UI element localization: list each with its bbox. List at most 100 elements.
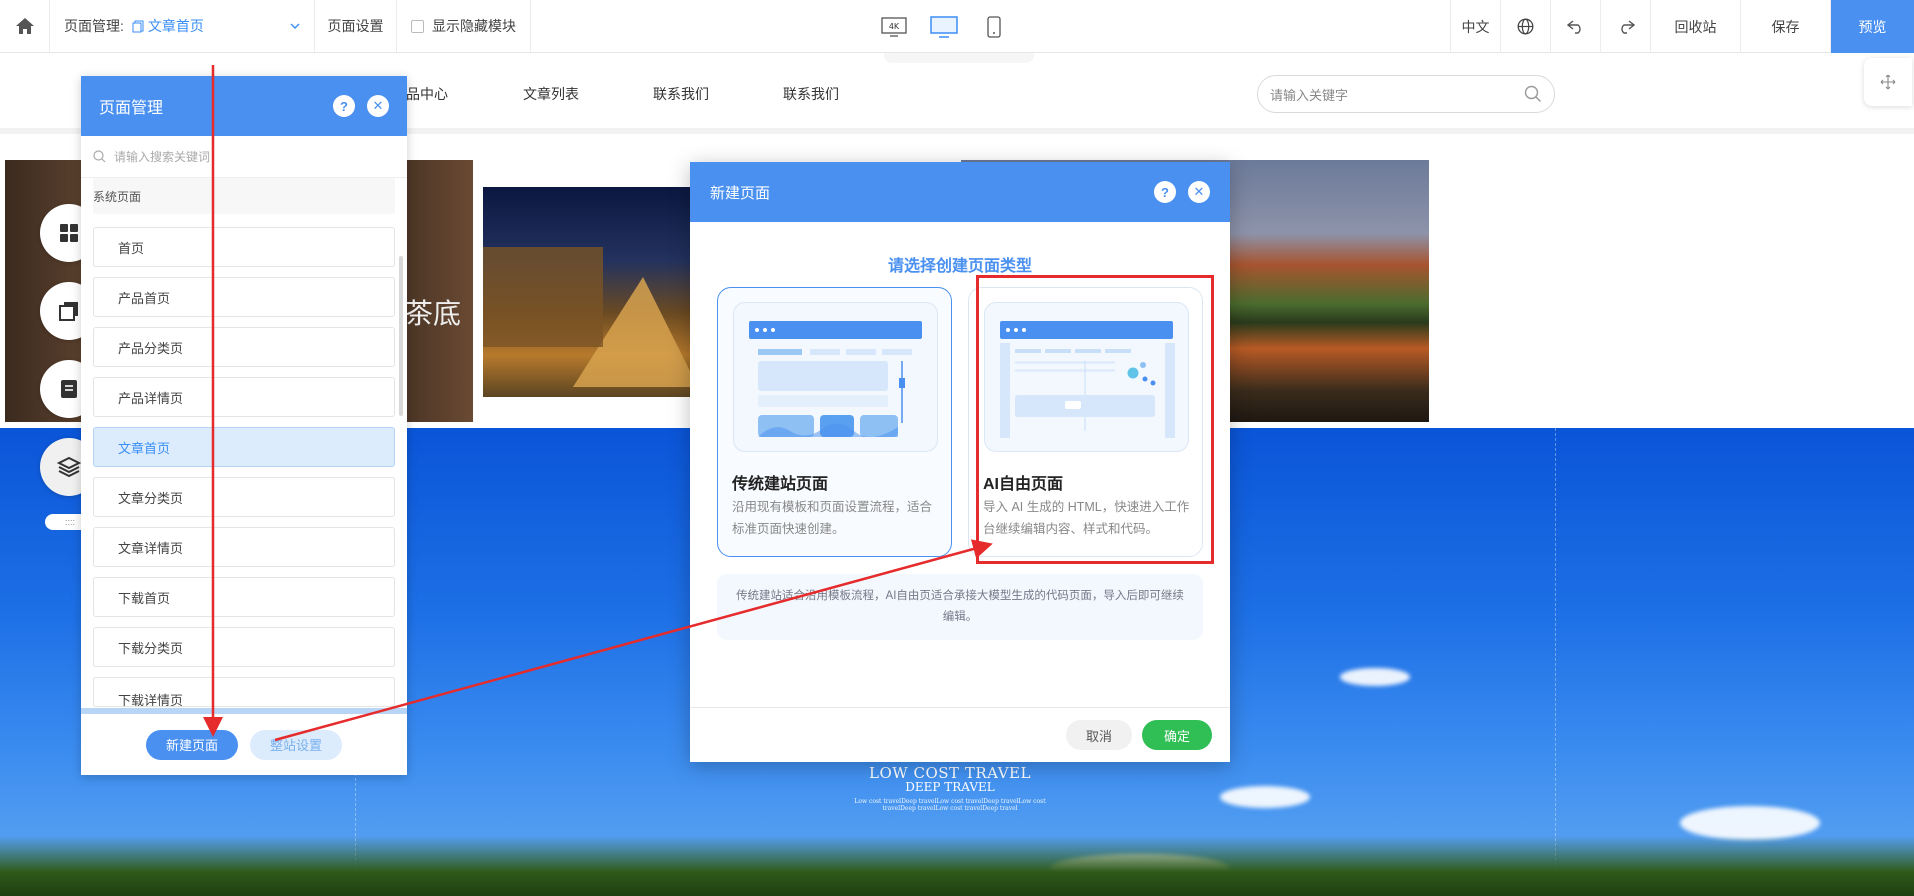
desktop-icon (930, 15, 958, 38)
language-button[interactable]: 中文 (1450, 0, 1500, 53)
guide-line (1555, 428, 1556, 896)
toolbar-right: 中文 回收站 保存 预览 (1450, 0, 1914, 53)
svg-text:4K: 4K (889, 22, 900, 31)
ai-layout-illustration (1000, 343, 1175, 438)
page-panel-title: 页面管理 (99, 100, 164, 117)
show-hidden-checkbox[interactable] (411, 19, 424, 33)
travel-line-3: Low cost travelDeep travelLow cost trave… (854, 798, 1046, 812)
home-icon (15, 18, 34, 34)
device-desktop-button[interactable] (930, 13, 958, 41)
copy-icon (59, 302, 78, 321)
travel-line-2: DEEP TRAVEL (905, 780, 995, 794)
cloud (1680, 806, 1820, 840)
page-list: 首页 产品首页 产品分类页 产品详情页 文章首页 文章分类页 文章详情页 下载首… (93, 227, 395, 717)
new-page-button[interactable]: 新建页面 (145, 729, 238, 760)
device-4k-button[interactable]: 4K (880, 13, 908, 41)
globe-icon (1517, 18, 1534, 35)
page-search-input[interactable]: 请输入搜索关键词 (81, 136, 407, 178)
photo-caption: 茶底 (405, 297, 462, 330)
dialog-prompt: 请选择创建页面类型 (887, 258, 1032, 275)
confirm-button[interactable]: 确定 (1141, 720, 1212, 750)
recycle-bin-button[interactable]: 回收站 (1650, 0, 1740, 53)
page-management-panel: 页面管理 ? ✕ 请输入搜索关键词 系统页面 首页 产品首页 产品分类页 产品详… (81, 76, 407, 775)
current-page-dropdown[interactable]: 文章首页 (132, 16, 300, 36)
close-icon[interactable]: ✕ (367, 95, 389, 117)
system-pages-section: 系统页面 (93, 178, 395, 214)
redo-button[interactable] (1600, 0, 1650, 53)
cancel-button[interactable]: 取消 (1065, 720, 1132, 750)
pyramid-illustration (483, 247, 698, 387)
chevron-down-icon (290, 23, 300, 29)
nav-item-products[interactable]: 品中心 (406, 84, 448, 104)
page-item-product-category[interactable]: 产品分类页 (93, 327, 395, 367)
page-doc-icon (132, 20, 144, 32)
traditional-page-title: 传统建站页面 (732, 476, 829, 493)
page-item-article-category[interactable]: 文章分类页 (93, 477, 395, 517)
site-search-placeholder: 请输入关键字 (1270, 87, 1349, 103)
home-button[interactable] (0, 0, 50, 52)
device-indicator-tab (884, 53, 1034, 63)
redo-icon (1620, 19, 1635, 34)
page-mgmt-label: 页面管理: (64, 18, 124, 34)
page-item-home[interactable]: 首页 (93, 227, 395, 267)
page-item-article-home[interactable]: 文章首页 (93, 427, 395, 467)
dialog-note: 传统建站适合沿用模板流程，AI自由页适合承接大模型生成的代码页面，导入后即可继续… (717, 574, 1203, 640)
page-list-scrollbar[interactable] (399, 256, 403, 416)
dialog-header: 新建页面 ? ✕ (690, 162, 1230, 222)
help-icon[interactable]: ? (1154, 181, 1176, 203)
ai-page-title: AI自由页面 (983, 476, 1064, 493)
editor-toolbar: 页面管理: 文章首页 页面设置 显示隐藏模块 4K 中文 回收站 保存 预览 (0, 0, 1914, 53)
ai-page-desc: 导入 AI 生成的 HTML，快速进入工作台继续编辑内容、样式和代码。 (983, 500, 1190, 536)
new-page-dialog: 新建页面 ? ✕ 请选择创建页面类型 传统建站页面 沿用现有模板和页面设置流程，… (690, 162, 1230, 762)
page-settings-button[interactable]: 页面设置 (315, 0, 397, 52)
nav-item-contact-2[interactable]: 联系我们 (783, 84, 839, 104)
mobile-icon (987, 15, 1001, 38)
current-page-value: 文章首页 (147, 18, 204, 34)
4k-icon: 4K (881, 16, 907, 37)
dialog-title: 新建页面 (710, 184, 771, 202)
close-icon[interactable]: ✕ (1188, 181, 1210, 203)
page-item-download-detail[interactable]: 下载详情页 (93, 677, 395, 707)
undo-icon (1566, 19, 1581, 34)
grid-icon (60, 224, 78, 242)
site-settings-button[interactable]: 整站设置 (250, 729, 343, 760)
layers-icon (57, 456, 81, 478)
globe-button[interactable] (1500, 0, 1550, 53)
traditional-page-card[interactable]: 传统建站页面 沿用现有模板和页面设置流程，适合标准页面快速创建。 (717, 287, 952, 557)
cloud (1340, 668, 1410, 686)
ai-free-page-card[interactable]: AI自由页面 导入 AI 生成的 HTML，快速进入工作台继续编辑内容、样式和代… (968, 287, 1203, 557)
site-search-input[interactable]: 请输入关键字 (1257, 75, 1555, 113)
ai-page-preview (984, 302, 1189, 452)
show-hidden-label: 显示隐藏模块 (432, 18, 516, 34)
undo-button[interactable] (1550, 0, 1600, 53)
dialog-footer: 取消 确定 (690, 707, 1230, 762)
page-item-download-category[interactable]: 下载分类页 (93, 627, 395, 667)
show-hidden-toggle[interactable]: 显示隐藏模块 (397, 0, 531, 52)
move-handle-button[interactable] (1864, 58, 1912, 106)
device-switcher: 4K (880, 0, 1008, 53)
preview-button[interactable]: 预览 (1830, 0, 1914, 53)
move-icon (1880, 74, 1896, 90)
traditional-page-preview (733, 302, 938, 452)
page-item-product-detail[interactable]: 产品详情页 (93, 377, 395, 417)
page-item-article-detail[interactable]: 文章详情页 (93, 527, 395, 567)
device-mobile-button[interactable] (980, 13, 1008, 41)
palm-trees (0, 836, 1914, 896)
nav-item-contact[interactable]: 联系我们 (653, 84, 709, 104)
search-icon (93, 150, 106, 163)
page-panel-header: 页面管理 ? ✕ (81, 76, 407, 136)
traditional-page-desc: 沿用现有模板和页面设置流程，适合标准页面快速创建。 (732, 500, 933, 536)
document-icon (61, 380, 77, 398)
page-search-placeholder: 请输入搜索关键词 (114, 150, 211, 164)
search-icon[interactable] (1524, 85, 1542, 103)
save-button[interactable]: 保存 (1740, 0, 1830, 53)
page-selector[interactable]: 页面管理: 文章首页 (50, 0, 315, 52)
traditional-layout-illustration (758, 349, 912, 438)
help-icon[interactable]: ? (333, 95, 355, 117)
travel-slogan: LOW COST TRAVEL DEEP TRAVEL Low cost tra… (850, 764, 1050, 812)
page-item-download-home[interactable]: 下载首页 (93, 577, 395, 617)
page-item-product-home[interactable]: 产品首页 (93, 277, 395, 317)
nav-item-articles[interactable]: 文章列表 (523, 84, 579, 104)
cloud (1220, 786, 1310, 808)
banner-photo-louvre (483, 187, 698, 397)
